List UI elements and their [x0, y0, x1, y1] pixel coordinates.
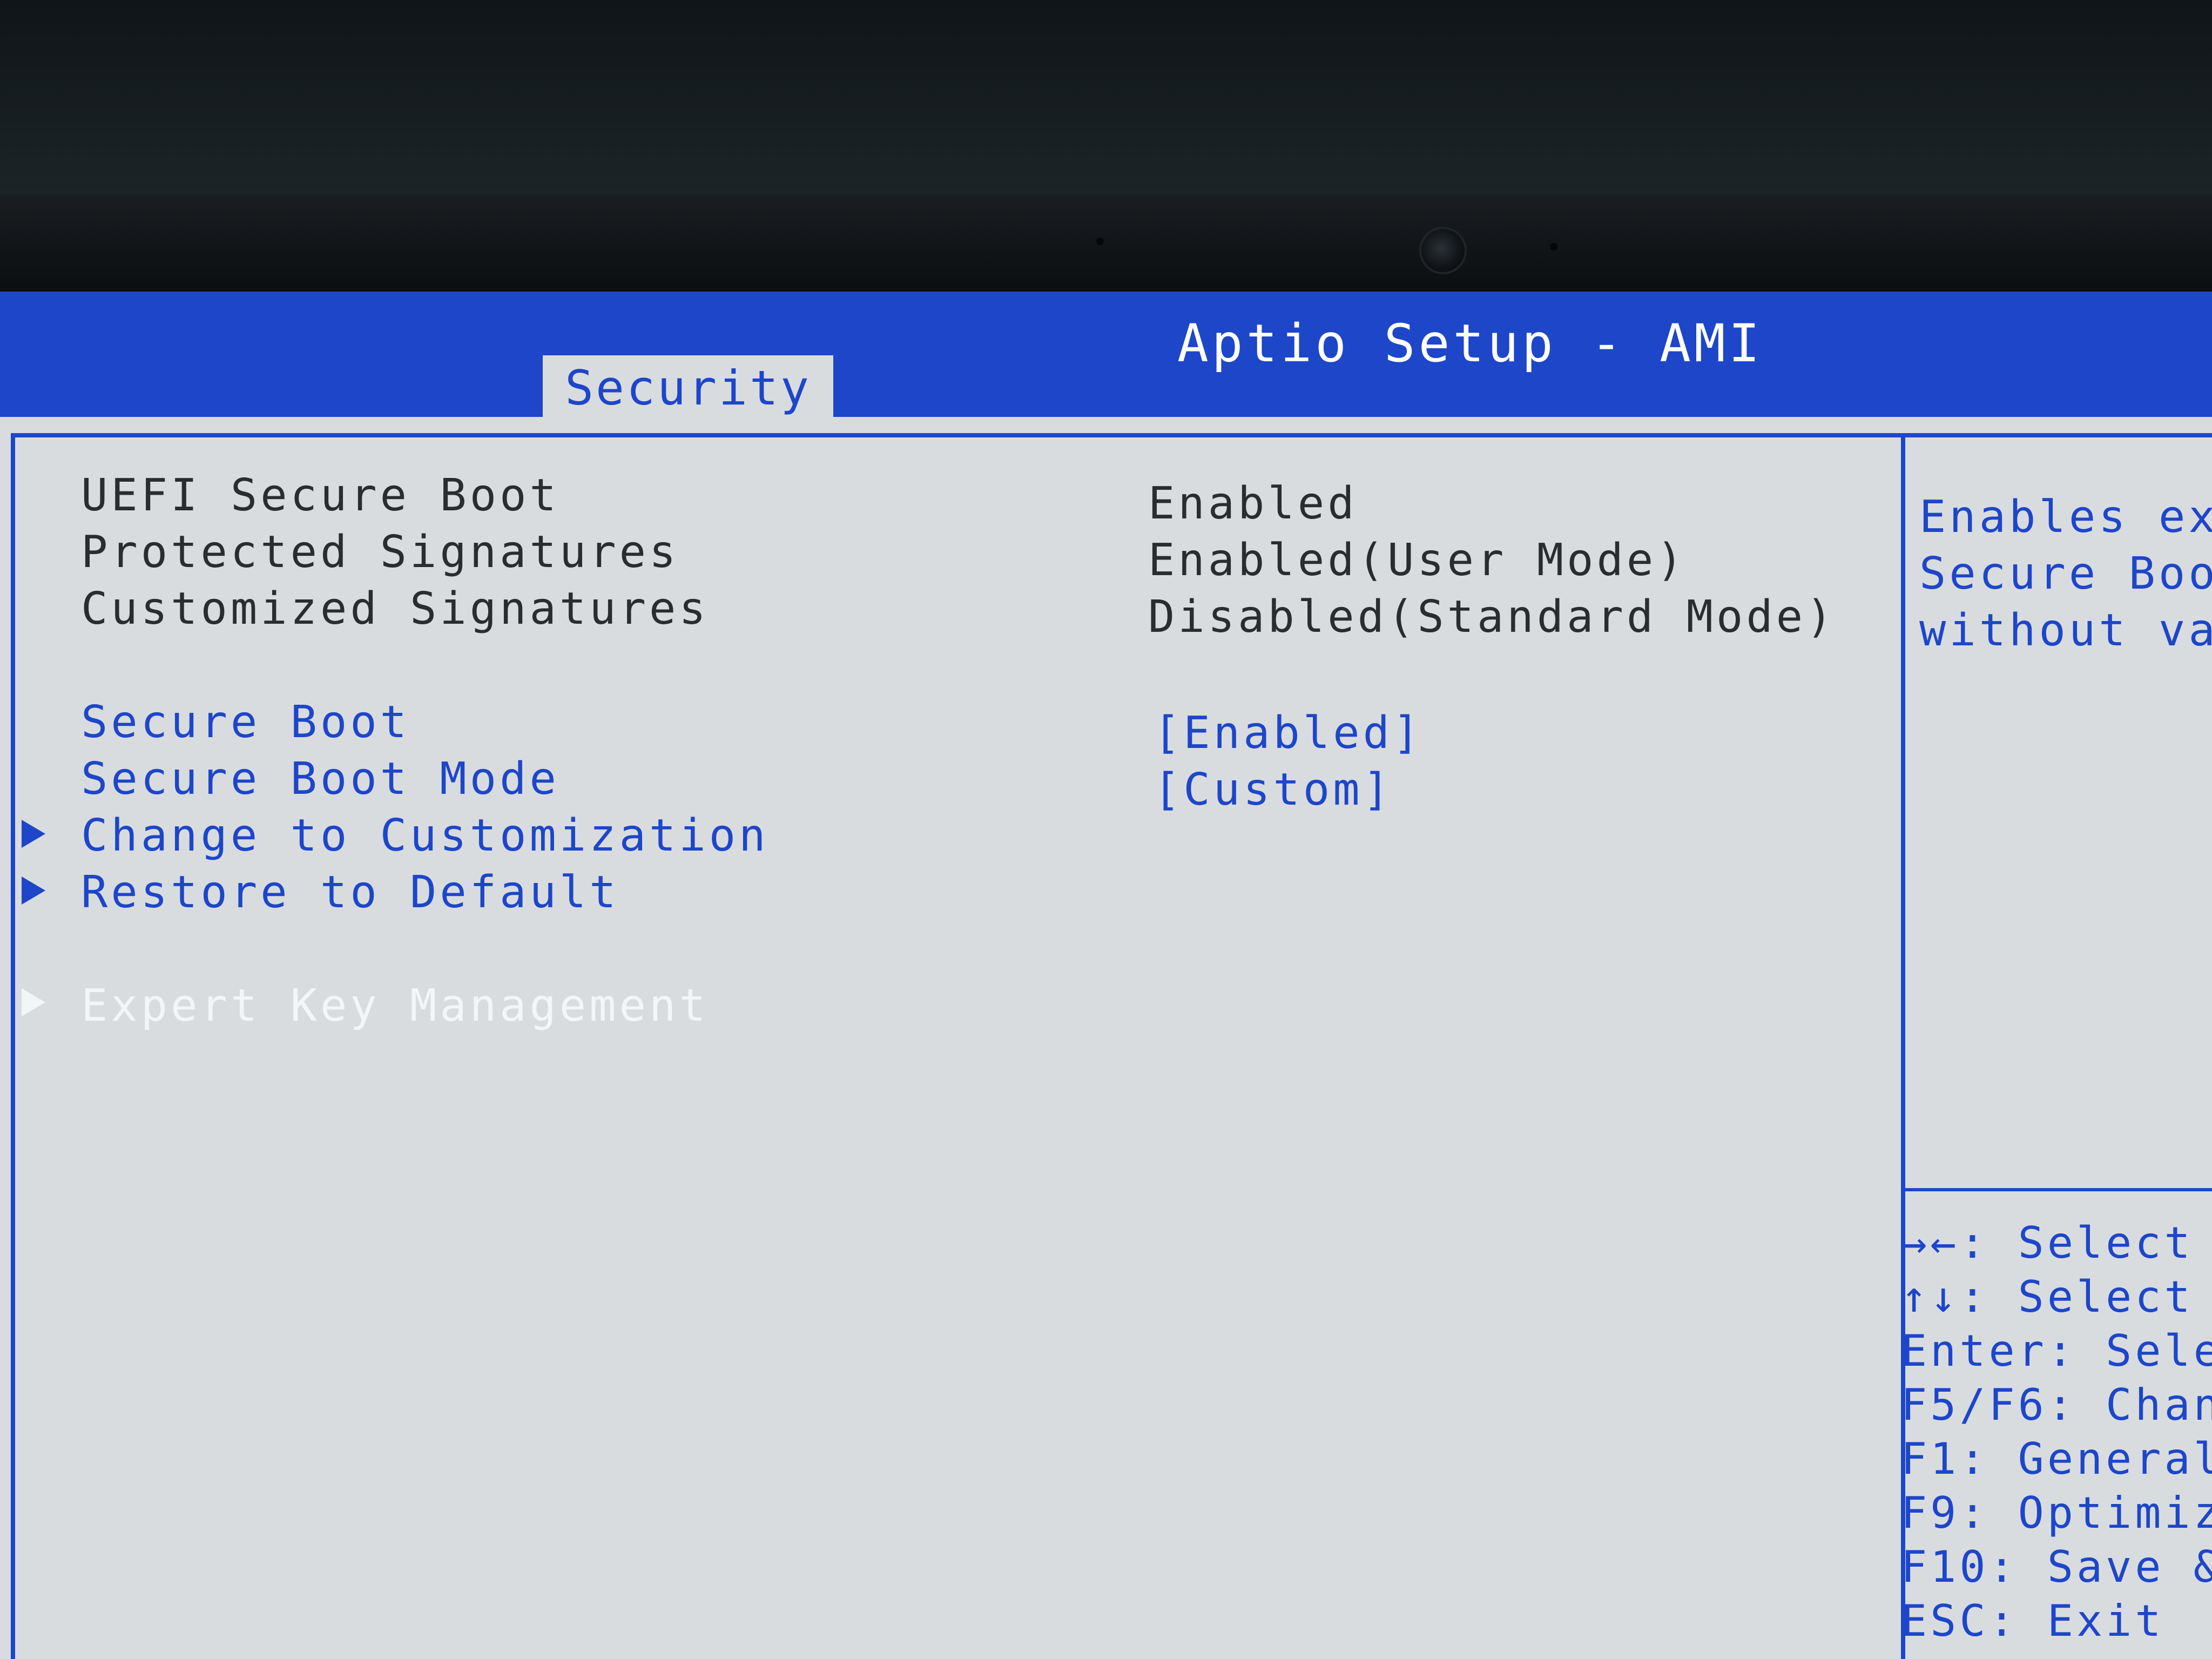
restore-to-default-item[interactable]: Restore to Default — [81, 867, 619, 918]
submenu-arrow-icon — [22, 876, 45, 905]
secure-boot-option[interactable]: Secure Boot — [81, 697, 410, 748]
secure-boot-mode-value[interactable]: [Custom] — [1154, 764, 1393, 815]
header-bar: Aptio Setup - AMI Security — [0, 292, 2212, 420]
key-hint-f1: F1: General — [1901, 1434, 2212, 1484]
submenu-arrow-icon — [22, 988, 45, 1016]
sensor-dot — [1550, 243, 1557, 251]
key-hint-f10: F10: Save & — [1901, 1542, 2212, 1592]
change-to-customization-item[interactable]: Change to Customization — [81, 810, 768, 861]
help-text-line: Secure Boot — [1919, 548, 2212, 599]
expert-key-management-item[interactable]: Expert Key Management — [81, 980, 709, 1031]
protected-signatures-value: Enabled(User Mode) — [1148, 535, 1687, 586]
tab-security[interactable]: Security — [543, 355, 833, 420]
key-hint-f9: F9: Optimiz — [1901, 1488, 2212, 1538]
key-hint-select-screen: →←: Select — [1901, 1218, 2194, 1268]
app-title: Aptio Setup - AMI — [1177, 313, 1763, 374]
help-divider — [1905, 1188, 2212, 1191]
key-hint-esc: ESC: Exit — [1901, 1596, 2164, 1646]
sensor-dot — [1096, 238, 1104, 245]
laptop-bezel — [0, 194, 2212, 302]
bios-screen: Aptio Setup - AMI Security UEFI Secure B… — [0, 292, 2212, 1659]
protected-signatures-label: Protected Signatures — [81, 527, 679, 578]
submenu-arrow-icon — [22, 820, 45, 848]
customized-signatures-value: Disabled(Standard Mode) — [1148, 591, 1836, 643]
uefi-secure-boot-label: UEFI Secure Boot — [81, 470, 559, 521]
secure-boot-value[interactable]: [Enabled] — [1154, 707, 1422, 759]
webcam-icon — [1419, 227, 1467, 274]
help-text-line: Enables exp — [1919, 491, 2212, 543]
key-hint-f5-f6: F5/F6: Chan — [1901, 1380, 2212, 1430]
secure-boot-mode-option[interactable]: Secure Boot Mode — [81, 753, 559, 805]
uefi-secure-boot-value: Enabled — [1148, 478, 1358, 529]
key-hint-enter: Enter: Sele — [1901, 1326, 2212, 1376]
key-hint-select-item: ↑↓: Select — [1901, 1272, 2194, 1322]
customized-signatures-label: Customized Signatures — [81, 583, 709, 635]
help-text-line: without var — [1919, 605, 2212, 656]
